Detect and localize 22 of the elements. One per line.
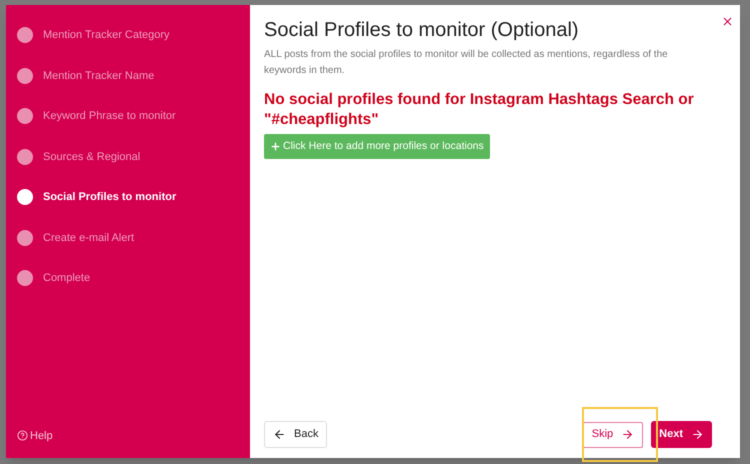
back-arrow-icon bbox=[273, 428, 286, 441]
back-button[interactable]: Back bbox=[264, 421, 328, 448]
help-icon bbox=[17, 430, 28, 442]
add-profiles-button[interactable]: Click Here to add more profiles or locations bbox=[264, 134, 490, 159]
close-icon bbox=[721, 15, 734, 28]
step-label[interactable]: Mention Tracker Name bbox=[43, 68, 154, 84]
plus-icon bbox=[270, 141, 281, 152]
next-button[interactable]: Next bbox=[651, 421, 712, 448]
step-label[interactable]: Sources & Regional bbox=[43, 148, 140, 165]
description-text: ALL posts from the social profiles to monitor will be collected as mentions, regardless of the keywords in them. bbox=[264, 48, 669, 78]
skip-arrow-icon bbox=[621, 428, 634, 441]
step-label[interactable]: Create e-mail Alert bbox=[43, 230, 134, 246]
next-arrow-icon bbox=[691, 428, 704, 441]
step-label[interactable]: Mention Tracker Category bbox=[43, 27, 170, 44]
step-label[interactable]: Social Profiles to monitor bbox=[43, 189, 176, 206]
step-label[interactable]: Complete bbox=[43, 270, 90, 286]
help-link[interactable]: Help bbox=[17, 428, 242, 444]
skip-button[interactable]: Skip bbox=[582, 422, 644, 448]
step-label[interactable]: Keyword Phrase to monitor bbox=[43, 108, 176, 124]
close-button[interactable] bbox=[721, 15, 734, 28]
dialog-title: Social Profiles to monitor (Optional) bbox=[264, 18, 580, 43]
warning-text: No social profiles found for Instagram Hashtags Search or "#cheapflights" bbox=[264, 90, 695, 130]
